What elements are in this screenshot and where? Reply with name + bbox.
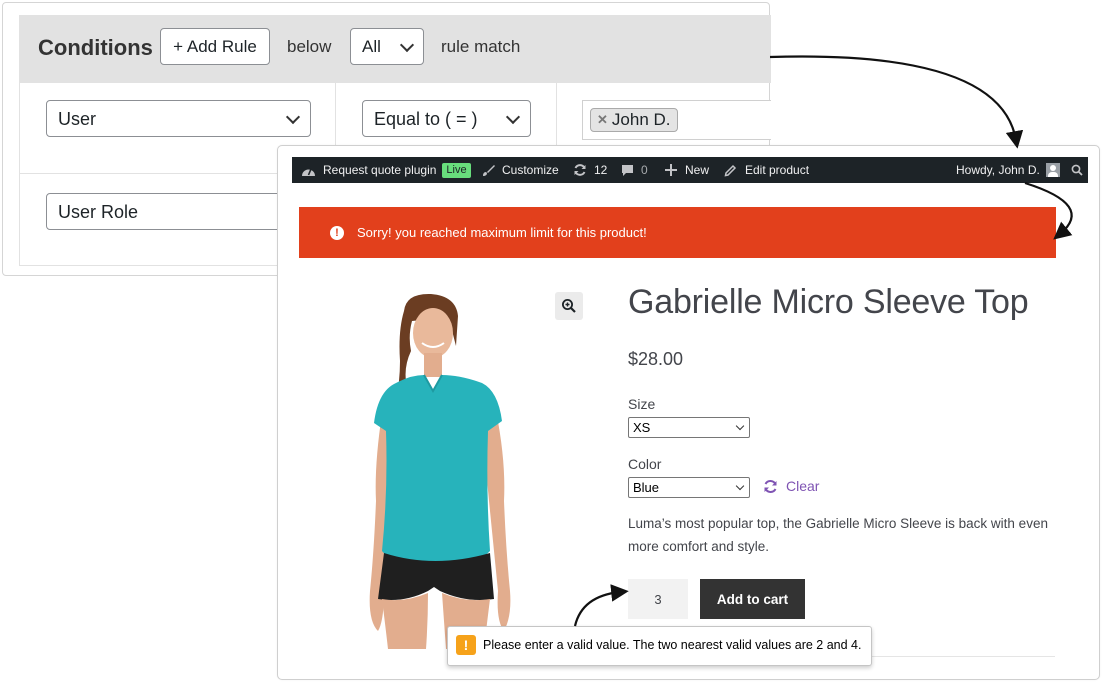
search-icon bbox=[1071, 164, 1083, 176]
condition-operator-select[interactable]: Equal to ( = ) bbox=[362, 100, 531, 137]
comment-icon bbox=[622, 164, 633, 176]
product-title: Gabrielle Micro Sleeve Top bbox=[628, 283, 1029, 321]
refresh-icon bbox=[764, 479, 777, 493]
table-border bbox=[19, 83, 20, 266]
new-item[interactable]: New bbox=[665, 157, 709, 183]
size-select[interactable]: XS bbox=[628, 417, 750, 438]
rule-match-label: rule match bbox=[441, 37, 521, 56]
below-label: below bbox=[287, 37, 332, 56]
zoom-button[interactable] bbox=[555, 292, 583, 320]
condition-field-value: User bbox=[58, 109, 97, 129]
add-to-cart-button[interactable]: Add to cart bbox=[700, 579, 805, 619]
updates-icon bbox=[574, 164, 586, 176]
error-message: Sorry! you reached maximum limit for thi… bbox=[357, 225, 647, 240]
product-price: $28.00 bbox=[628, 349, 684, 369]
magnify-icon bbox=[562, 299, 576, 313]
size-label: Size bbox=[628, 396, 656, 412]
chevron-down-icon bbox=[735, 481, 745, 491]
rule-match-value: All bbox=[362, 37, 381, 56]
site-name-item[interactable]: Request quote plugin Live bbox=[301, 157, 471, 183]
chevron-down-icon bbox=[505, 109, 521, 125]
clear-selection-link[interactable]: Clear bbox=[763, 478, 819, 494]
brush-icon bbox=[483, 164, 495, 176]
condition-operator-value: Equal to ( = ) bbox=[374, 109, 478, 129]
edit-product-label: Edit product bbox=[745, 163, 810, 177]
howdy-label: Howdy, John D. bbox=[956, 163, 1040, 177]
new-label: New bbox=[685, 163, 710, 177]
condition-value-input[interactable]: ✕ John D. bbox=[582, 100, 771, 140]
customize-label: Customize bbox=[502, 163, 559, 177]
alert-icon: ! bbox=[330, 226, 344, 240]
product-description: Luma’s most popular top, the Gabrielle M… bbox=[628, 516, 1048, 554]
add-rule-button[interactable]: + Add Rule bbox=[160, 28, 270, 65]
condition-field-value-2: User Role bbox=[58, 202, 139, 222]
rule-match-select[interactable]: All bbox=[350, 28, 424, 65]
account-item[interactable]: Howdy, John D. bbox=[956, 157, 1060, 183]
warning-icon: ! bbox=[456, 635, 476, 655]
avatar bbox=[1045, 163, 1060, 177]
divider bbox=[869, 656, 1055, 657]
condition-field-select[interactable]: User bbox=[46, 100, 311, 137]
conditions-header: Conditions + Add Rule below All rule mat… bbox=[19, 15, 771, 83]
updates-item[interactable]: 12 bbox=[573, 157, 607, 183]
validation-tooltip: ! Please enter a valid value. The two ne… bbox=[447, 626, 872, 666]
chevron-down-icon bbox=[285, 109, 301, 125]
pencil-icon bbox=[724, 164, 737, 176]
color-select[interactable]: Blue bbox=[628, 477, 750, 498]
conditions-title: Conditions bbox=[38, 35, 153, 60]
color-label: Color bbox=[628, 456, 662, 472]
search-item[interactable] bbox=[1071, 157, 1083, 183]
dashboard-icon bbox=[302, 168, 315, 176]
column-divider bbox=[556, 83, 557, 145]
live-badge: Live bbox=[442, 162, 471, 178]
comments-count: 0 bbox=[641, 163, 648, 177]
wp-admin-bar: Request quote plugin Live Customize 12 0… bbox=[292, 157, 1088, 183]
color-value: Blue bbox=[633, 480, 660, 495]
quantity-input[interactable]: 3 bbox=[628, 579, 688, 619]
condition-field-select-2[interactable]: User Role bbox=[46, 193, 286, 230]
product-image[interactable] bbox=[356, 291, 526, 649]
clear-label: Clear bbox=[786, 478, 820, 494]
chevron-down-icon bbox=[735, 421, 745, 431]
validation-message: Please enter a valid value. The two near… bbox=[483, 638, 862, 652]
error-notice: ! Sorry! you reached maximum limit for t… bbox=[299, 207, 1056, 258]
arrow-to-adminbar bbox=[769, 55, 1024, 149]
remove-tag-icon[interactable]: ✕ bbox=[597, 112, 608, 128]
product-page-window: Request quote plugin Live Customize 12 0… bbox=[277, 145, 1100, 680]
plus-icon bbox=[665, 164, 677, 176]
edit-product-item[interactable]: Edit product bbox=[724, 157, 809, 183]
user-tag[interactable]: ✕ John D. bbox=[590, 108, 678, 132]
chevron-down-icon bbox=[399, 37, 415, 53]
customize-item[interactable]: Customize bbox=[482, 157, 559, 183]
user-tag-label: John D. bbox=[611, 110, 671, 129]
site-name: Request quote plugin bbox=[323, 163, 437, 177]
size-value: XS bbox=[633, 420, 651, 435]
updates-count: 12 bbox=[594, 163, 608, 177]
comments-item[interactable]: 0 bbox=[621, 157, 648, 183]
